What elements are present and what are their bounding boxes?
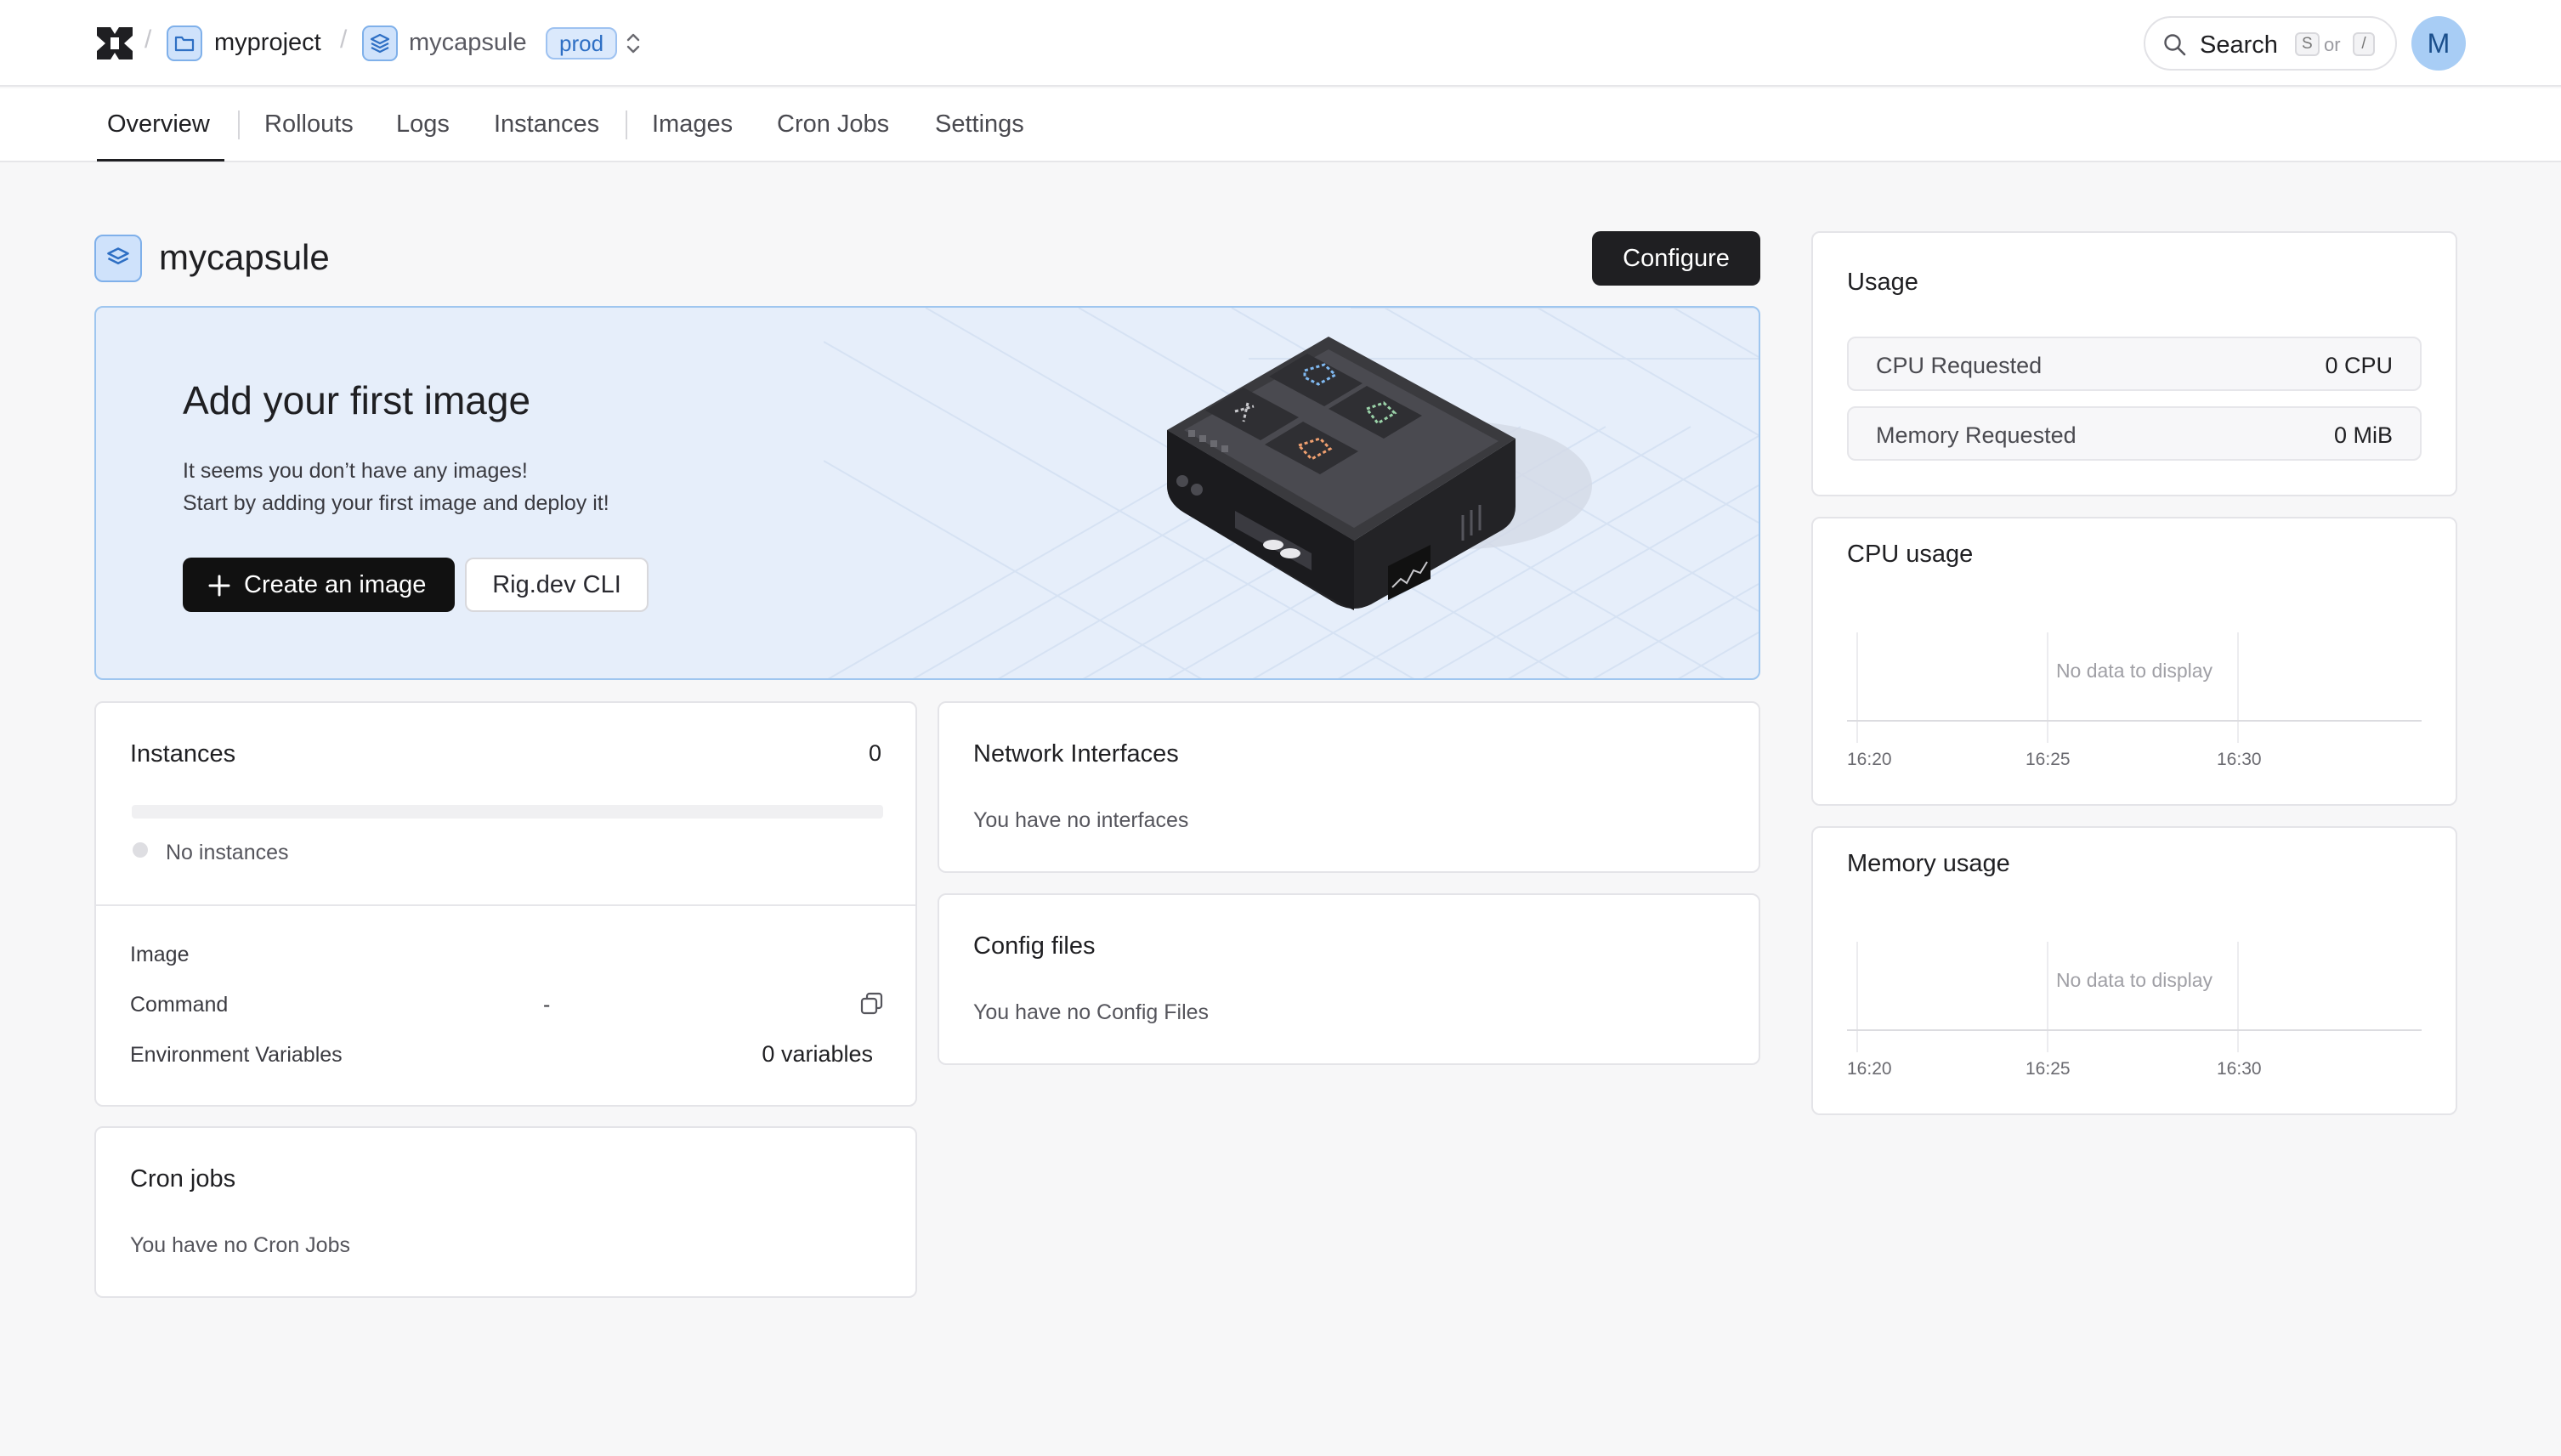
tab-instances[interactable]: Instances	[494, 110, 599, 139]
tab-overview[interactable]: Overview	[107, 110, 210, 139]
memory-requested-row: Memory Requested 0 MiB	[1847, 406, 2422, 461]
network-interfaces-empty: You have no interfaces	[973, 808, 1189, 832]
env-vars-label: Environment Variables	[130, 1043, 343, 1067]
tab-divider	[626, 110, 627, 139]
create-image-button[interactable]: Create an image	[183, 558, 455, 612]
tab-rollouts[interactable]: Rollouts	[264, 110, 354, 139]
environment-badge[interactable]: prod	[546, 27, 618, 59]
config-files-title: Config files	[973, 932, 1096, 960]
banner-text-line-1: It seems you don’t have any images!	[183, 459, 528, 483]
page-title: mycapsule	[159, 237, 330, 277]
cron-jobs-empty: You have no Cron Jobs	[130, 1233, 350, 1257]
cpu-x-tick: 16:30	[2217, 750, 2262, 769]
card-divider	[96, 904, 915, 906]
cpu-requested-label: CPU Requested	[1876, 353, 2043, 378]
configure-button[interactable]: Configure	[1592, 231, 1760, 286]
top-bar: / myproject / mycapsule prod Search S or…	[0, 0, 2561, 87]
create-image-label: Create an image	[244, 571, 427, 598]
cpu-usage-chart: No data to display 16:20 16:25 16:30	[1847, 632, 2422, 785]
config-files-empty: You have no Config Files	[973, 1000, 1210, 1024]
env-vars-value[interactable]: 0 variables	[762, 1041, 873, 1068]
image-label: Image	[130, 943, 190, 966]
network-interfaces-card: Network Interfaces You have no interface…	[938, 701, 1760, 873]
memory-chart-gridlines	[1847, 942, 2422, 1052]
command-label: Command	[130, 993, 229, 1017]
search-icon	[2164, 34, 2186, 56]
config-files-card: Config files You have no Config Files	[938, 893, 1760, 1065]
shortcut-or-text: or	[2324, 34, 2341, 55]
shortcut-key-slash: /	[2353, 32, 2375, 56]
rig-logo-icon[interactable]	[95, 25, 134, 61]
breadcrumb-separator: /	[144, 25, 152, 54]
chevron-up-down-icon[interactable]	[624, 29, 643, 58]
cron-jobs-title: Cron jobs	[130, 1165, 236, 1193]
usage-card: Usage CPU Requested 0 CPU Memory Request…	[1811, 231, 2457, 496]
cpu-usage-title: CPU usage	[1847, 541, 1974, 568]
instances-count: 0	[868, 740, 881, 766]
memory-no-data: No data to display	[2055, 969, 2213, 991]
capsule-icon	[94, 235, 142, 282]
breadcrumb-project[interactable]: myproject	[214, 29, 321, 57]
rig-cli-button[interactable]: Rig.dev CLI	[465, 558, 649, 612]
capsule-icon	[362, 25, 398, 61]
instances-status: No instances	[166, 841, 289, 864]
memory-x-tick: 16:30	[2217, 1059, 2262, 1079]
banner-title: Add your first image	[183, 378, 531, 422]
memory-usage-chart: No data to display 16:20 16:25 16:30	[1847, 942, 2422, 1095]
folder-icon	[167, 25, 202, 61]
memory-usage-card: Memory usage No data to display 16:20 16…	[1811, 826, 2457, 1115]
breadcrumb-capsule[interactable]: mycapsule	[409, 29, 527, 57]
cpu-requested-value: 0 CPU	[2325, 353, 2393, 378]
memory-usage-title: Memory usage	[1847, 850, 2010, 877]
cpu-requested-row: CPU Requested 0 CPU	[1847, 337, 2422, 391]
instances-card: Instances 0 No instances Image Command -…	[94, 701, 917, 1107]
tab-cron-jobs[interactable]: Cron Jobs	[777, 110, 889, 139]
memory-requested-value: 0 MiB	[2333, 422, 2393, 448]
plus-icon	[208, 575, 230, 597]
breadcrumb-separator: /	[340, 25, 348, 54]
cpu-x-tick: 16:25	[2026, 750, 2071, 769]
search-button[interactable]: Search S or /	[2144, 16, 2397, 71]
memory-requested-label: Memory Requested	[1876, 422, 2077, 448]
memory-x-tick: 16:20	[1847, 1059, 1892, 1079]
tab-images[interactable]: Images	[652, 110, 733, 139]
active-tab-indicator	[97, 159, 224, 161]
tab-bar: Overview Rollouts Logs Instances Images …	[0, 88, 2561, 162]
banner-text-line-2: Start by adding your first image and dep…	[183, 491, 609, 515]
status-dot	[133, 842, 148, 858]
command-value: -	[543, 993, 551, 1017]
instances-progress-bar	[132, 805, 883, 819]
user-avatar[interactable]: M	[2411, 16, 2466, 71]
cpu-x-tick: 16:20	[1847, 750, 1892, 769]
cpu-chart-gridlines	[1847, 632, 2422, 743]
cron-jobs-card: Cron jobs You have no Cron Jobs	[94, 1126, 917, 1298]
copy-icon[interactable]	[859, 991, 885, 1017]
cpu-usage-card: CPU usage No data to display 16:20 16:25…	[1811, 517, 2457, 806]
empty-images-banner: Add your first image It seems you don’t …	[94, 306, 1760, 680]
tab-logs[interactable]: Logs	[396, 110, 450, 139]
search-label: Search	[2200, 31, 2278, 59]
server-device-illustration	[1167, 337, 1592, 610]
tab-settings[interactable]: Settings	[935, 110, 1024, 139]
usage-title: Usage	[1847, 269, 1918, 296]
network-interfaces-title: Network Interfaces	[973, 740, 1179, 768]
instances-title: Instances	[130, 740, 236, 768]
shortcut-key-s: S	[2295, 32, 2320, 56]
tab-divider	[238, 110, 240, 139]
memory-x-tick: 16:25	[2026, 1059, 2071, 1079]
cpu-no-data: No data to display	[2055, 660, 2213, 682]
